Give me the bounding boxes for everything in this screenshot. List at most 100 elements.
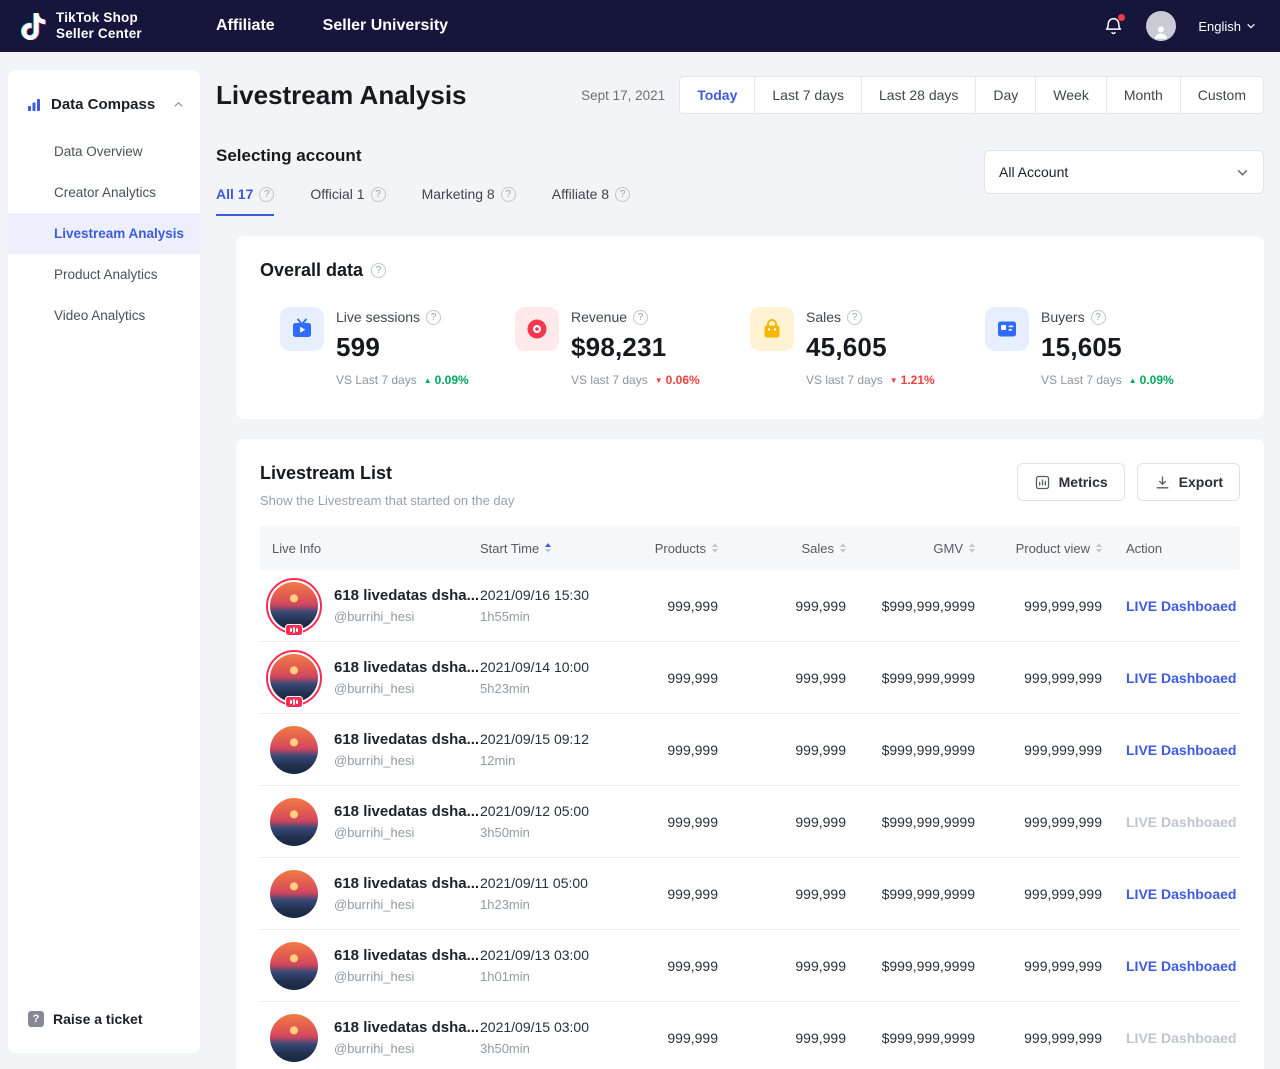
language-selector[interactable]: English — [1198, 19, 1256, 34]
notification-dot — [1118, 14, 1125, 21]
sidebar-item-product-analytics[interactable]: Product Analytics — [8, 254, 200, 295]
gmv-cell: $999,999,9999 — [858, 886, 987, 902]
column-sales[interactable]: Sales — [730, 541, 858, 556]
sort-icon[interactable] — [840, 543, 846, 553]
sales-cell: 999,999 — [730, 886, 858, 902]
overall-data-title: Overall data — [260, 260, 363, 281]
account-section: Selecting account All 17 ? Official 1 ? … — [216, 146, 1264, 216]
download-icon — [1154, 474, 1171, 491]
row-avatar[interactable] — [266, 650, 322, 706]
tab-affiliate[interactable]: Affiliate 8 ? — [552, 186, 630, 216]
creator-handle: @burrihi_hesi — [334, 897, 479, 912]
column-products[interactable]: Products — [643, 541, 730, 556]
metric-live-sessions: Live sessions? 599 VS Last 7 days 0.09% — [280, 307, 515, 387]
help-icon[interactable]: ? — [371, 263, 386, 278]
nav-affiliate[interactable]: Affiliate — [216, 17, 275, 35]
row-avatar[interactable] — [266, 1010, 322, 1066]
sidebar-item-video-analytics[interactable]: Video Analytics — [8, 295, 200, 336]
column-start-time[interactable]: Start Time — [468, 541, 643, 556]
range-button-today[interactable]: Today — [679, 76, 755, 114]
livestream-title: 618 livedatas dsha... — [334, 803, 479, 820]
raise-ticket-button[interactable]: ? Raise a ticket — [28, 1011, 143, 1027]
sort-icon[interactable] — [969, 543, 975, 553]
range-button-week[interactable]: Week — [1035, 76, 1107, 114]
livestream-thumbnail — [270, 1014, 318, 1062]
column-live-info: Live Info — [260, 541, 468, 556]
column-action: Action — [1114, 541, 1240, 556]
product-view-cell: 999,999,999 — [987, 1030, 1114, 1046]
range-button-last-28-days[interactable]: Last 28 days — [861, 76, 976, 114]
metric-value: 45,605 — [806, 332, 935, 363]
sidebar-section-label: Data Compass — [51, 96, 155, 113]
notification-bell-icon[interactable] — [1103, 16, 1124, 37]
row-avatar[interactable] — [266, 578, 322, 634]
live-dashboard-link[interactable]: LIVE Dashboaed — [1126, 886, 1236, 902]
row-avatar[interactable] — [266, 938, 322, 994]
metrics-button[interactable]: Metrics — [1017, 463, 1125, 501]
row-avatar[interactable] — [266, 722, 322, 778]
duration: 3h50min — [480, 825, 643, 840]
duration: 1h23min — [480, 897, 643, 912]
main-content: Livestream Analysis Sept 17, 2021 Today … — [200, 52, 1280, 1069]
sales-cell: 999,999 — [730, 958, 858, 974]
help-icon[interactable]: ? — [501, 187, 516, 202]
action-cell: LIVE Dashboaed — [1114, 886, 1240, 902]
tiktok-shop-logo[interactable]: TikTok Shop Seller Center — [20, 10, 216, 42]
sidebar-section-data-compass[interactable]: Data Compass — [8, 70, 200, 125]
gmv-cell: $999,999,9999 — [858, 670, 987, 686]
range-button-day[interactable]: Day — [975, 76, 1036, 114]
help-icon[interactable]: ? — [259, 187, 274, 202]
help-icon[interactable]: ? — [633, 310, 648, 325]
chevron-down-icon — [1246, 21, 1256, 31]
raise-ticket-label: Raise a ticket — [53, 1011, 143, 1027]
live-sessions-icon — [280, 307, 324, 351]
live-dashboard-link[interactable]: LIVE Dashboaed — [1126, 958, 1236, 974]
sidebar-item-data-overview[interactable]: Data Overview — [8, 131, 200, 172]
tab-all[interactable]: All 17 ? — [216, 186, 274, 216]
live-info-cell: 618 livedatas dsha... @burrihi_hesi — [260, 650, 468, 706]
help-icon[interactable]: ? — [1091, 310, 1106, 325]
sidebar-item-livestream-analysis[interactable]: Livestream Analysis — [8, 213, 200, 254]
range-button-month[interactable]: Month — [1106, 76, 1181, 114]
help-icon[interactable]: ? — [426, 310, 441, 325]
column-gmv[interactable]: GMV — [858, 541, 987, 556]
metric-label: Revenue — [571, 309, 627, 325]
sales-cell: 999,999 — [730, 670, 858, 686]
column-product-view[interactable]: Product view — [987, 541, 1114, 556]
products-cell: 999,999 — [643, 598, 730, 614]
gmv-cell: $999,999,9999 — [858, 1030, 987, 1046]
help-icon[interactable]: ? — [371, 187, 386, 202]
chevron-up-icon — [173, 99, 184, 110]
tab-label: Marketing 8 — [422, 186, 495, 202]
sidebar-item-creator-analytics[interactable]: Creator Analytics — [8, 172, 200, 213]
nav-seller-university[interactable]: Seller University — [323, 17, 448, 35]
tab-marketing[interactable]: Marketing 8 ? — [422, 186, 516, 216]
range-button-custom[interactable]: Custom — [1180, 76, 1264, 114]
user-avatar[interactable] — [1146, 11, 1176, 41]
live-badge-icon — [285, 624, 303, 636]
range-button-last-7-days[interactable]: Last 7 days — [754, 76, 862, 114]
row-avatar[interactable] — [266, 794, 322, 850]
export-button[interactable]: Export — [1137, 463, 1240, 501]
row-avatar[interactable] — [266, 866, 322, 922]
creator-handle: @burrihi_hesi — [334, 681, 479, 696]
help-icon[interactable]: ? — [847, 310, 862, 325]
table-row: 618 livedatas dsha... @burrihi_hesi 2021… — [260, 570, 1240, 642]
live-dashboard-link[interactable]: LIVE Dashboaed — [1126, 670, 1236, 686]
live-dashboard-link[interactable]: LIVE Dashboaed — [1126, 598, 1236, 614]
sort-icon[interactable] — [545, 543, 551, 553]
sort-icon[interactable] — [1096, 543, 1102, 553]
table-header: Live Info Start Time Products Sales — [260, 526, 1240, 570]
sort-icon[interactable] — [712, 543, 718, 553]
action-cell: LIVE Dashboaed — [1114, 814, 1240, 830]
help-icon[interactable]: ? — [615, 187, 630, 202]
products-cell: 999,999 — [643, 814, 730, 830]
live-dashboard-link[interactable]: LIVE Dashboaed — [1126, 742, 1236, 758]
metric-compare: VS Last 7 days 0.09% — [1041, 373, 1174, 387]
account-dropdown-value: All Account — [999, 164, 1068, 180]
question-mark-icon: ? — [28, 1011, 44, 1027]
topbar-right: English — [1103, 11, 1256, 41]
tab-official[interactable]: Official 1 ? — [310, 186, 385, 216]
delta-down: 0.06% — [655, 373, 700, 387]
account-dropdown[interactable]: All Account — [984, 150, 1264, 194]
